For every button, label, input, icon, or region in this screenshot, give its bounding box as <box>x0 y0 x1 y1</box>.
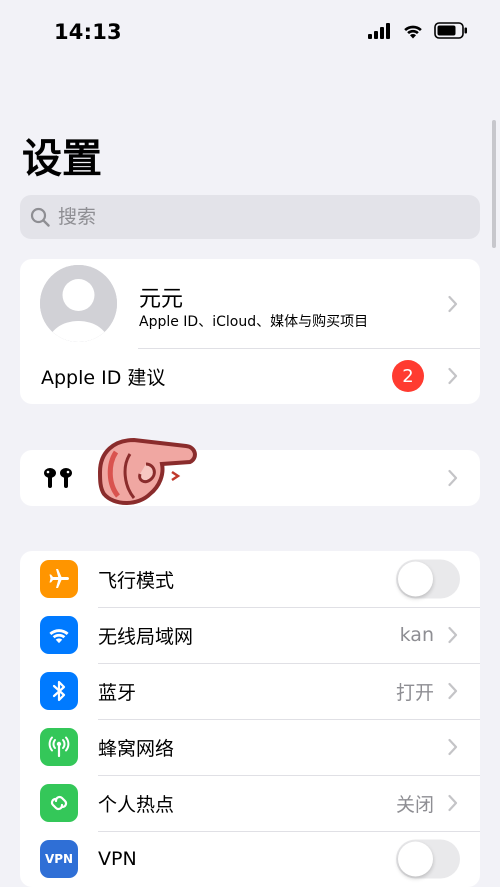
pointing-hand-icon <box>97 437 197 505</box>
search-input[interactable] <box>56 205 460 229</box>
search-icon <box>30 207 50 227</box>
settings-row-vpn[interactable]: VPN VPN <box>20 831 480 887</box>
settings-row-label: 蜂窝网络 <box>98 737 175 760</box>
bluetooth-icon <box>40 672 78 710</box>
settings-row-label: 飞行模式 <box>98 569 175 592</box>
profile-subtitle: Apple ID、iCloud、媒体与购买项目 <box>139 314 369 330</box>
settings-row-cellular[interactable]: 蜂窝网络 <box>20 719 480 775</box>
battery-icon <box>434 22 467 39</box>
toggle-knob <box>398 841 433 877</box>
chevron-right-icon <box>448 794 458 812</box>
airplane-mode-toggle[interactable] <box>396 559 460 599</box>
search-bar[interactable] <box>20 195 480 239</box>
airpods-icon <box>44 468 72 488</box>
status-bar: 14:13 <box>0 0 500 66</box>
chevron-right-icon <box>448 682 458 700</box>
settings-row-label: 个人热点 <box>98 793 175 816</box>
chevron-right-icon <box>448 738 458 756</box>
wifi-network-value: kan <box>399 624 434 646</box>
notification-badge: 2 <box>392 360 424 392</box>
chevron-right-icon <box>448 469 458 487</box>
settings-row-personal-hotspot[interactable]: 个人热点 关闭 <box>20 775 480 831</box>
page-title: 设置 <box>22 136 102 182</box>
status-time: 14:13 <box>54 20 122 44</box>
settings-row-label: 蓝牙 <box>98 681 137 704</box>
wifi-icon <box>40 616 78 654</box>
vpn-icon: VPN <box>40 840 78 878</box>
airpods-card <box>20 450 480 506</box>
cellular-icon <box>40 728 78 766</box>
settings-row-label: VPN <box>98 848 137 870</box>
hotspot-status-value: 关闭 <box>395 793 434 816</box>
vpn-toggle[interactable] <box>396 839 460 879</box>
profile-name: 元元 <box>139 287 184 312</box>
profile-row[interactable]: 元元 Apple ID、iCloud、媒体与购买项目 <box>20 259 480 348</box>
wifi-status-icon <box>404 25 422 38</box>
bluetooth-status-value: 打开 <box>395 681 434 704</box>
connectivity-card: 飞行模式 无线局域网 kan 蓝牙 打开 蜂窝网络 个人热点 关闭 VPN VP… <box>20 551 480 887</box>
scroll-indicator[interactable] <box>492 120 496 248</box>
avatar <box>40 265 117 342</box>
apple-id-suggestions-row[interactable]: Apple ID 建议 2 <box>20 348 480 404</box>
chevron-right-icon <box>448 626 458 644</box>
settings-row-airplane-mode[interactable]: 飞行模式 <box>20 551 480 607</box>
airpods-row[interactable] <box>20 450 480 506</box>
chevron-right-icon <box>448 367 458 385</box>
settings-row-bluetooth[interactable]: 蓝牙 打开 <box>20 663 480 719</box>
settings-row-label: 无线局域网 <box>98 625 194 648</box>
hotspot-icon <box>40 784 78 822</box>
cellular-signal-icon <box>368 22 390 39</box>
apple-id-suggestions-label: Apple ID 建议 <box>41 366 166 389</box>
airplane-icon <box>40 560 78 598</box>
profile-card: 元元 Apple ID、iCloud、媒体与购买项目 Apple ID 建议 2 <box>20 259 480 404</box>
status-icons <box>368 22 468 39</box>
settings-row-wifi[interactable]: 无线局域网 kan <box>20 607 480 663</box>
chevron-right-icon <box>448 295 458 312</box>
toggle-knob <box>398 561 433 597</box>
person-placeholder-icon <box>40 265 117 342</box>
vpn-icon-text: VPN <box>44 852 74 866</box>
